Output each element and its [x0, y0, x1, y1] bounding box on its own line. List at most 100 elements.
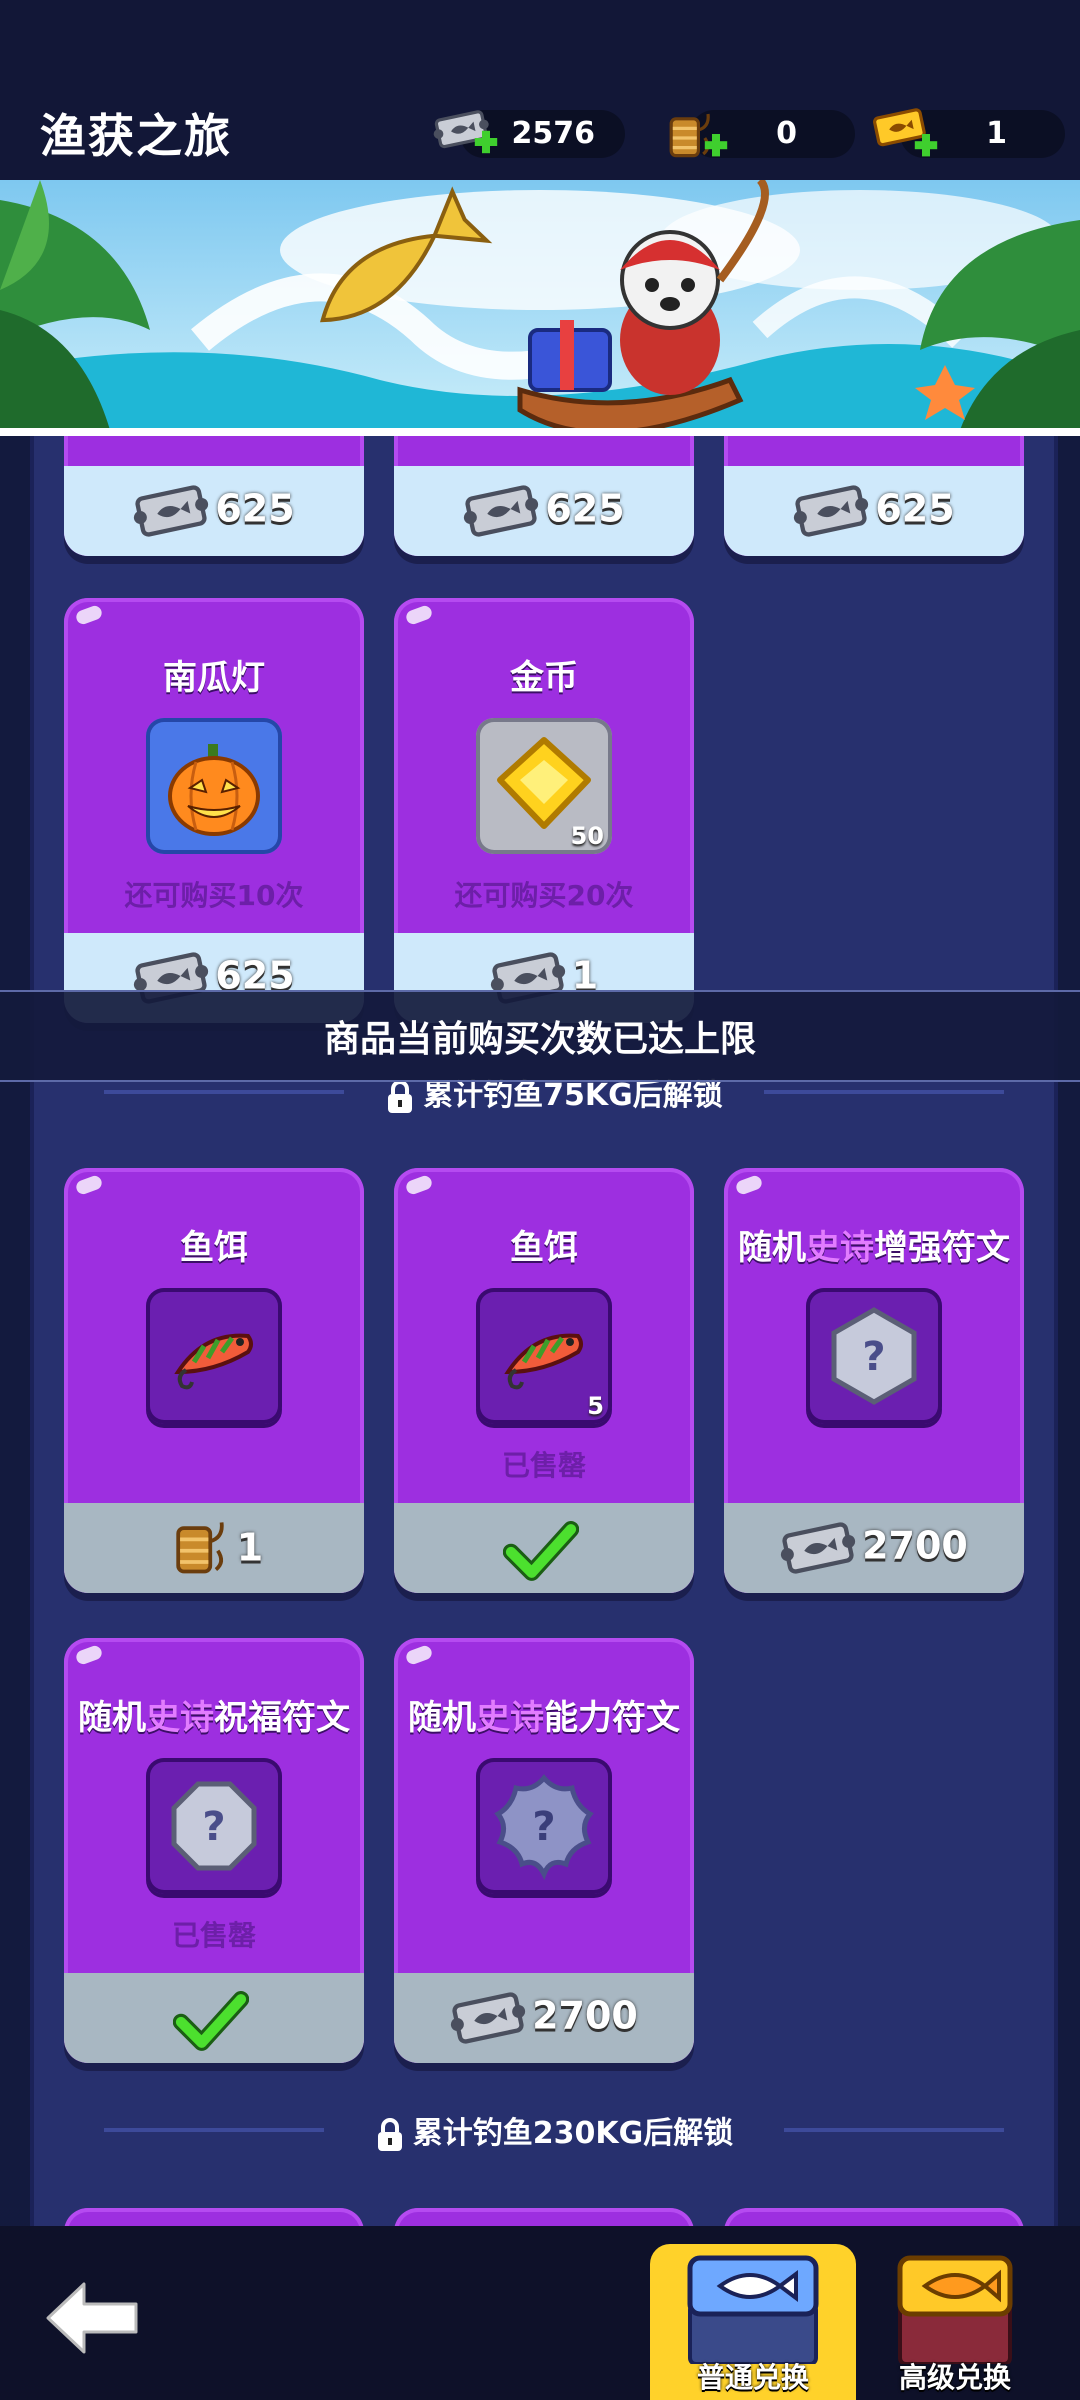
shop-item-gold-coin[interactable]: 金币 50 还可购买20次 1: [394, 598, 694, 1023]
item-quantity: 5: [587, 1392, 604, 1420]
shop-item-card[interactable]: 625: [724, 436, 1024, 556]
top-bar: 渔获之旅 2576 0 1: [0, 0, 1080, 180]
fish-ticket-icon: [793, 484, 869, 538]
svg-text:?: ?: [202, 1804, 225, 1850]
card-glint: [404, 1643, 434, 1667]
lock-icon: [385, 1079, 415, 1115]
hexagon-rune-icon: ?: [831, 1307, 917, 1405]
currency-gold-ticket[interactable]: 1: [873, 108, 1065, 158]
shop-item-card[interactable]: 625: [64, 436, 364, 556]
price-bar: 625: [394, 466, 694, 556]
checkmark-icon: [173, 1991, 249, 2053]
svg-text:?: ?: [862, 1334, 885, 1380]
price-bar: [64, 1973, 364, 2063]
item-title: 鱼饵: [180, 1228, 248, 1268]
item-title: 金币: [510, 658, 578, 698]
purchase-limit-text: 还可购买10次: [124, 879, 304, 912]
unlock-text: 累计钓鱼230KG后解锁: [104, 2108, 1004, 2153]
fish-shop-icon: [687, 2255, 819, 2366]
tab-label: 高级兑换: [898, 2361, 1011, 2394]
tab-label: 普通兑换: [696, 2361, 809, 2394]
shop-item-card[interactable]: [394, 2208, 694, 2226]
price-label: 625: [724, 484, 1024, 538]
item-title: 随机史诗祝福符文: [78, 1698, 350, 1738]
price-bar: 625: [64, 466, 364, 556]
tab-advanced-exchange[interactable]: 高级兑换: [870, 2244, 1040, 2400]
page-title: 渔获之旅: [40, 109, 232, 163]
banner-divider: [0, 428, 1080, 436]
item-icon-box: ?: [146, 1758, 282, 1894]
currency-fish-ticket[interactable]: 2576: [433, 109, 625, 158]
fish-ticket-icon: [780, 1521, 856, 1575]
item-icon-box: ?: [806, 1288, 942, 1424]
shop-item-card[interactable]: [64, 2208, 364, 2226]
shop-grid[interactable]: 625 625 625 南瓜灯 还可购买10次 625 金币 50 还可购买20…: [30, 436, 1058, 2226]
banner-illustration: [0, 180, 1080, 430]
item-title: 鱼饵: [510, 1228, 578, 1268]
octagon-rune-icon: ?: [171, 1781, 257, 1871]
price-bar: 625: [724, 466, 1024, 556]
price-label: 625: [394, 484, 694, 538]
lock-icon: [375, 2117, 405, 2153]
toast-message: 商品当前购买次数已达上限: [0, 990, 1080, 1082]
purchase-limit-text: 还可购买20次: [454, 879, 634, 912]
sold-out-mark: [64, 1991, 364, 2053]
shop-item-enhance-rune[interactable]: 随机史诗增强符文 ? 2700: [724, 1168, 1024, 1593]
item-icon-box: 50: [476, 718, 612, 854]
fishing-line-spool-icon: [669, 112, 728, 158]
price-label: 1: [64, 1521, 364, 1579]
card-glint: [74, 603, 104, 627]
lure-icon: [146, 1288, 282, 1424]
gold-fish-ticket-icon: [873, 108, 938, 157]
price-label: 2700: [724, 1521, 1024, 1575]
fish-ticket-icon: [463, 484, 539, 538]
fish-ticket-icon: [433, 109, 498, 154]
item-icon-box: ?: [476, 1758, 612, 1894]
sold-out-text: 已售罄: [171, 1919, 256, 1952]
item-quantity: 50: [570, 822, 604, 850]
item-icon-box: 5: [476, 1288, 612, 1424]
currency-line-spool[interactable]: 0: [669, 110, 855, 158]
shop-item-card[interactable]: [724, 2208, 1024, 2226]
tab-normal-exchange[interactable]: 普通兑换: [650, 2244, 856, 2400]
sold-out-text: 已售罄: [501, 1449, 586, 1482]
price-label: 625: [64, 484, 364, 538]
currency-value: 0: [776, 116, 797, 151]
item-icon-box: [146, 718, 282, 854]
shop-item-pumpkin[interactable]: 南瓜灯 还可购买10次 625: [64, 598, 364, 1023]
unlock-requirement: 累计钓鱼230KG后解锁: [104, 2108, 1004, 2148]
card-glint: [734, 1173, 764, 1197]
bottom-nav: 普通兑换 高级兑换: [0, 2226, 1080, 2400]
item-icon-box: [146, 1288, 282, 1424]
svg-text:?: ?: [532, 1804, 555, 1850]
card-glint: [74, 1173, 104, 1197]
star-rune-icon: ?: [494, 1774, 594, 1881]
price-bar: 2700: [724, 1503, 1024, 1593]
fish-ticket-icon: [133, 484, 209, 538]
shop-item-card[interactable]: 625: [394, 436, 694, 556]
card-glint: [74, 1643, 104, 1667]
currency-value: 2576: [511, 116, 596, 151]
shop-item-ability-rune[interactable]: 随机史诗能力符文 ? 2700: [394, 1638, 694, 2063]
shop-item-lure-pack[interactable]: 鱼饵 5 已售罄: [394, 1168, 694, 1593]
price-bar: 1: [64, 1503, 364, 1593]
sold-out-mark: [394, 1521, 694, 1583]
fish-ticket-icon: [450, 1991, 526, 2045]
shop-item-blessing-rune[interactable]: 随机史诗祝福符文 ? 已售罄: [64, 1638, 364, 2063]
item-title: 随机史诗能力符文: [408, 1698, 680, 1738]
card-glint: [404, 1173, 434, 1197]
event-banner: [0, 180, 1080, 430]
toast-text: 商品当前购买次数已达上限: [323, 1019, 756, 1060]
checkmark-icon: [503, 1521, 579, 1583]
price-label: 2700: [394, 1991, 694, 2045]
item-title: 南瓜灯: [163, 658, 265, 698]
price-bar: 2700: [394, 1973, 694, 2063]
card-glint: [404, 603, 434, 627]
gold-fish-shop-icon: [897, 2255, 1013, 2366]
back-arrow-icon[interactable]: [42, 2278, 142, 2358]
shop-item-lure[interactable]: 鱼饵 1: [64, 1168, 364, 1593]
price-bar: [394, 1503, 694, 1593]
fishing-line-spool-icon: [165, 1513, 231, 1579]
pumpkin-lantern-icon: [168, 744, 260, 836]
currency-value: 1: [986, 116, 1007, 151]
